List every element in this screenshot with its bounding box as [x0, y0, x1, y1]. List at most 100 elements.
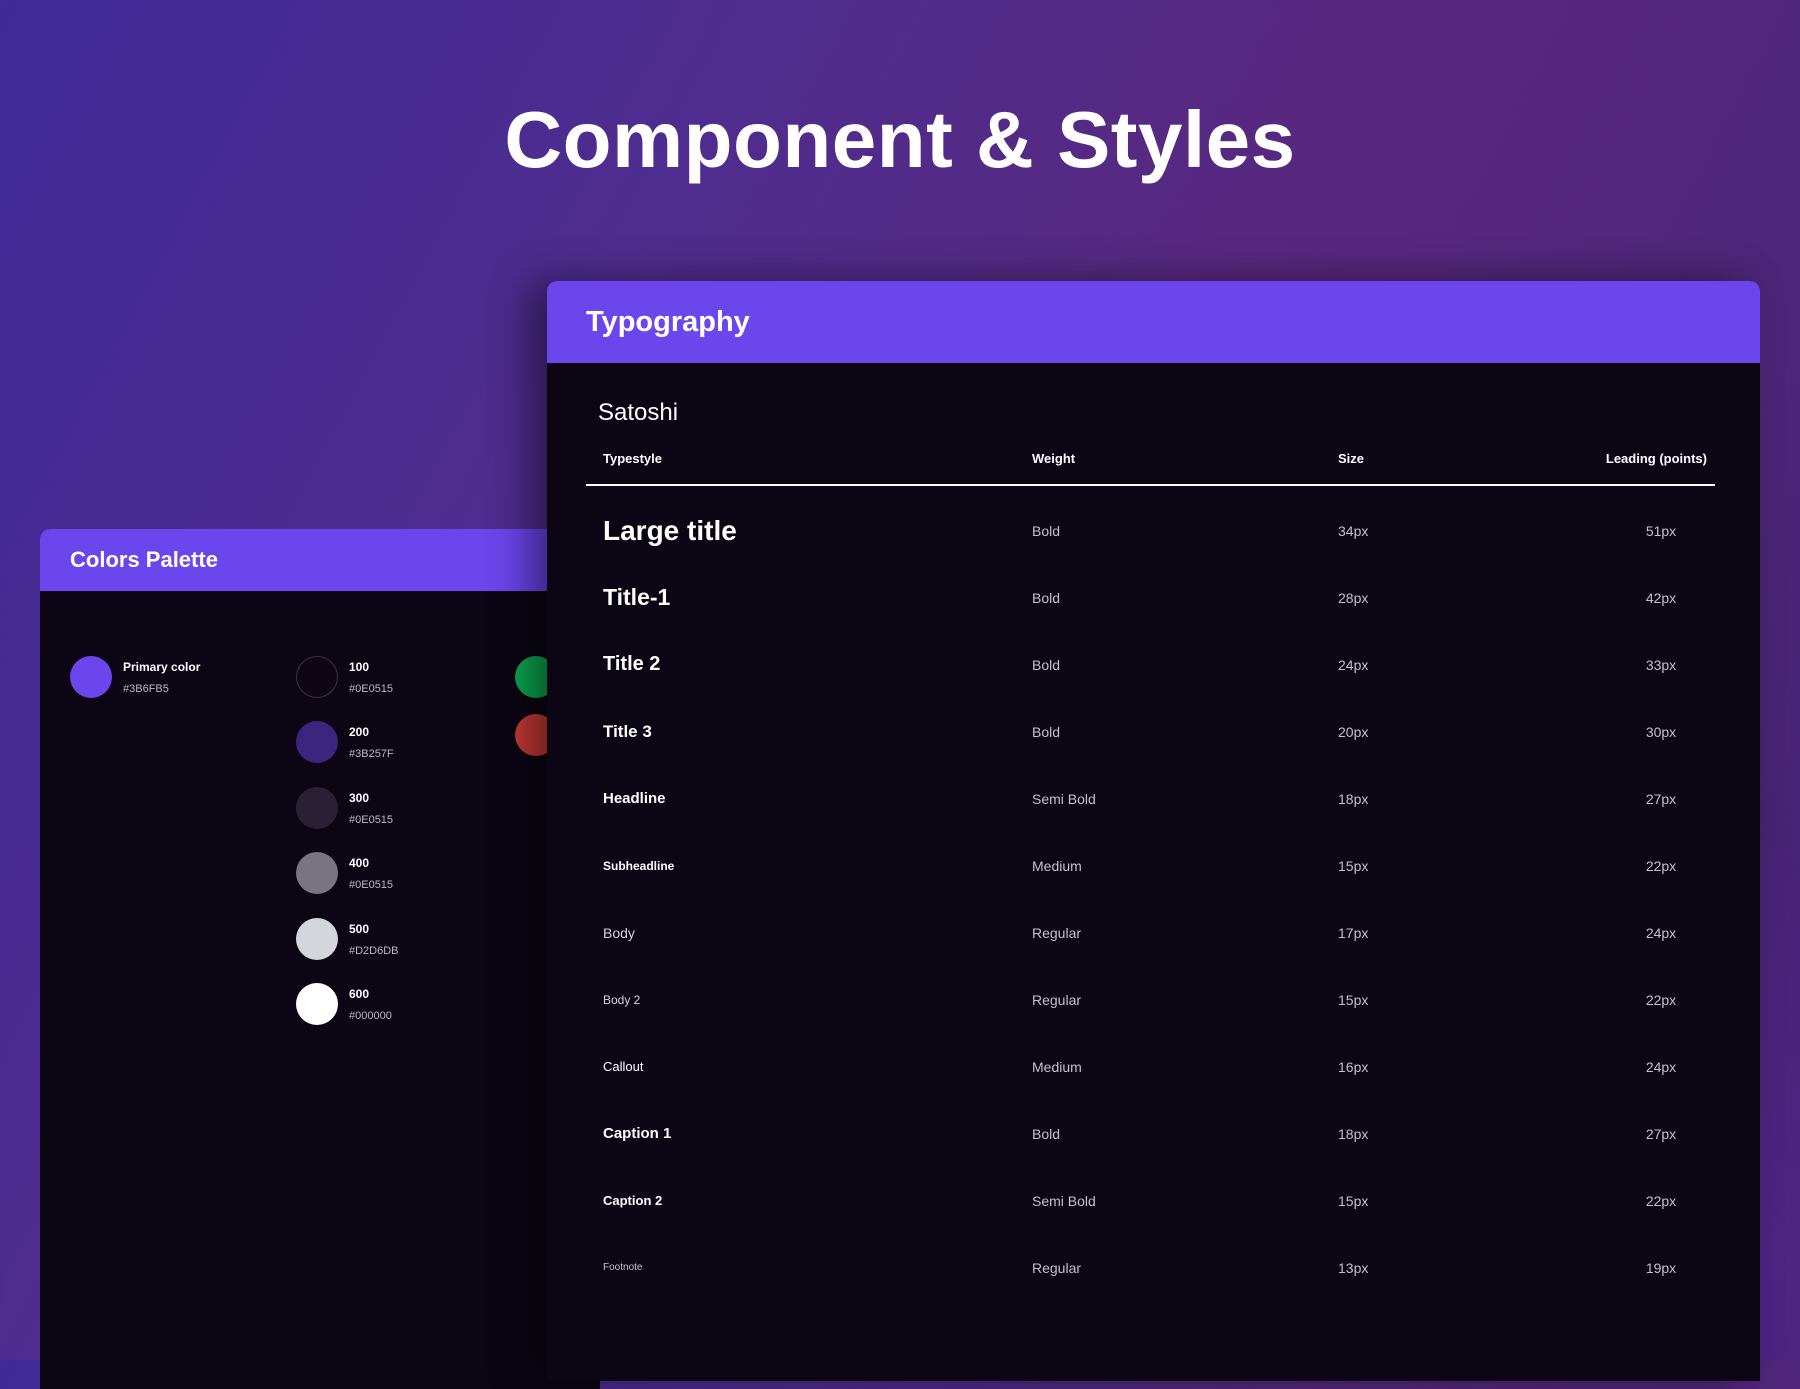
weight-cell: Bold: [1032, 656, 1061, 673]
font-family-name: Satoshi: [598, 399, 679, 426]
swatch-400-name: 400: [349, 856, 370, 870]
page-title: Component & Styles: [504, 95, 1296, 184]
leading-cell: 19px: [1645, 1259, 1677, 1276]
typestyle-cell: Subheadline: [603, 858, 675, 873]
size-cell: 15px: [1338, 1192, 1369, 1209]
leading-cell: 30px: [1645, 723, 1677, 740]
size-cell: 34px: [1338, 522, 1369, 539]
table-row: Headline Semi Bold 18px 27px: [547, 765, 1760, 832]
leading-cell: 22px: [1645, 857, 1677, 874]
weight-cell: Semi Bold: [1032, 1192, 1096, 1209]
swatch-500: 500 #D2D6DB: [296, 918, 399, 960]
swatch-300-hex: #0E0515: [349, 814, 394, 826]
typography-table-header: Typestyle Weight Size Leading (points): [586, 451, 1715, 486]
leading-cell: 22px: [1645, 991, 1677, 1008]
typestyle-cell: Title-1: [603, 584, 671, 610]
typestyle-cell: Title 2: [603, 653, 661, 675]
swatch-primary: Primary color #3B6FB5: [70, 656, 200, 698]
swatch-300-name: 300: [349, 791, 370, 805]
swatch-primary-name: Primary color: [123, 660, 201, 674]
leading-cell: 51px: [1645, 522, 1677, 539]
leading-cell: 22px: [1645, 1192, 1677, 1209]
weight-cell: Bold: [1032, 522, 1061, 539]
leading-cell: 24px: [1645, 1058, 1677, 1075]
weight-cell: Semi Bold: [1032, 790, 1096, 807]
table-row: Title-1 Bold 28px 42px: [547, 564, 1760, 631]
swatch-600-hex: #000000: [349, 1010, 392, 1022]
leading-cell: 42px: [1645, 589, 1677, 606]
typestyle-cell: Title 3: [603, 721, 652, 741]
typestyle-cell: Body 2: [603, 992, 641, 1007]
typography-title: Typography: [586, 305, 750, 338]
size-cell: 24px: [1338, 656, 1369, 673]
table-row: Large title Bold 34px 51px: [547, 497, 1760, 564]
typestyle-cell: Large title: [603, 514, 737, 546]
swatch-100-hex: #0E0515: [349, 683, 394, 695]
size-cell: 18px: [1338, 790, 1369, 807]
size-cell: 18px: [1338, 1125, 1369, 1142]
weight-cell: Bold: [1032, 589, 1061, 606]
size-cell: 16px: [1338, 1058, 1369, 1075]
swatch-100: 100 #0E0515: [296, 656, 393, 698]
table-row: Caption 2 Semi Bold 15px 22px: [547, 1167, 1760, 1234]
typestyle-cell: Body: [603, 924, 635, 941]
leading-cell: 33px: [1645, 656, 1677, 673]
swatch-500-circle: [296, 918, 338, 960]
column-header-size: Size: [1338, 451, 1365, 466]
weight-cell: Medium: [1032, 1058, 1082, 1075]
weight-cell: Bold: [1032, 723, 1061, 740]
table-row: Body Regular 17px 24px: [547, 899, 1760, 966]
leading-cell: 27px: [1645, 1125, 1677, 1142]
weight-cell: Medium: [1032, 857, 1082, 874]
table-row: Title 2 Bold 24px 33px: [547, 631, 1760, 698]
swatch-300: 300 #0E0515: [296, 787, 393, 829]
typography-header: Typography: [547, 281, 1760, 363]
swatch-600: 600 #000000: [296, 983, 392, 1025]
size-cell: 17px: [1338, 924, 1369, 941]
size-cell: 20px: [1338, 723, 1369, 740]
swatch-300-circle: [296, 787, 338, 829]
typography-card: Typography Satoshi Typestyle Weight Size…: [547, 281, 1760, 1381]
weight-cell: Regular: [1032, 1259, 1082, 1276]
colors-palette-card: Colors Palette Primary color #3B6FB5 100…: [40, 529, 600, 1389]
colors-palette-title: Colors Palette: [70, 547, 218, 572]
swatch-400: 400 #0E0515: [296, 852, 393, 894]
column-header-leading: Leading (points): [1605, 451, 1707, 466]
table-row: Footnote Regular 13px 19px: [547, 1234, 1760, 1301]
size-cell: 15px: [1338, 857, 1369, 874]
table-row: Caption 1 Bold 18px 27px: [547, 1100, 1760, 1167]
swatch-600-name: 600: [349, 987, 370, 1001]
swatch-100-name: 100: [349, 660, 370, 674]
swatch-600-circle: [296, 983, 338, 1025]
typestyle-cell: Callout: [603, 1059, 644, 1074]
weight-cell: Bold: [1032, 1125, 1061, 1142]
typestyle-cell: Headline: [603, 790, 666, 807]
swatch-500-name: 500: [349, 922, 370, 936]
swatch-200-name: 200: [349, 725, 370, 739]
leading-cell: 24px: [1645, 924, 1677, 941]
table-row: Subheadline Medium 15px 22px: [547, 832, 1760, 899]
swatch-primary-hex: #3B6FB5: [123, 683, 169, 695]
size-cell: 15px: [1338, 991, 1369, 1008]
swatch-400-circle: [296, 852, 338, 894]
weight-cell: Regular: [1032, 991, 1082, 1008]
typestyle-cell: Caption 1: [603, 1125, 672, 1142]
swatch-200-circle: [296, 721, 338, 763]
table-row: Body 2 Regular 15px 22px: [547, 966, 1760, 1033]
size-cell: 13px: [1338, 1259, 1369, 1276]
colors-palette-header: Colors Palette: [40, 529, 600, 591]
table-row: Callout Medium 16px 24px: [547, 1033, 1760, 1100]
table-row: Title 3 Bold 20px 30px: [547, 698, 1760, 765]
leading-cell: 27px: [1645, 790, 1677, 807]
swatch-400-hex: #0E0515: [349, 879, 394, 891]
swatch-200: 200 #3B257F: [296, 721, 394, 763]
column-header-weight: Weight: [1032, 451, 1076, 466]
size-cell: 28px: [1338, 589, 1369, 606]
swatch-100-circle: [296, 656, 338, 698]
column-header-typestyle: Typestyle: [603, 451, 663, 466]
swatch-primary-circle: [70, 656, 112, 698]
typestyle-cell: Footnote: [603, 1262, 643, 1273]
swatch-200-hex: #3B257F: [349, 748, 394, 760]
swatch-500-hex: #D2D6DB: [349, 945, 399, 957]
typestyle-cell: Caption 2: [603, 1193, 663, 1208]
